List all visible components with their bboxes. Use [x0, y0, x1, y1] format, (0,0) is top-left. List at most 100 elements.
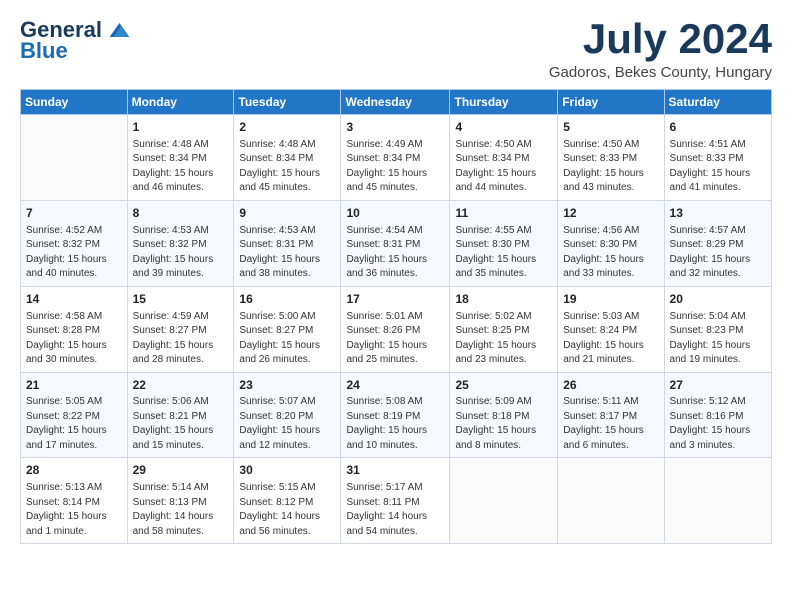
day-number: 22 — [133, 377, 229, 394]
day-number: 2 — [239, 119, 335, 136]
day-info: Sunrise: 5:13 AMSunset: 8:14 PMDaylight:… — [26, 481, 122, 539]
month-title: July 2024 — [549, 16, 772, 62]
day-number: 10 — [346, 205, 444, 222]
day-info: Sunrise: 4:58 AMSunset: 8:28 PMDaylight:… — [26, 310, 122, 368]
calendar-cell: 25Sunrise: 5:09 AMSunset: 8:18 PMDayligh… — [450, 372, 558, 458]
weekday-header-saturday: Saturday — [664, 90, 771, 115]
day-number: 9 — [239, 205, 335, 222]
day-number: 17 — [346, 291, 444, 308]
calendar-cell: 11 Sunrise: 4:55 AMSunset: 8:30 PMDayligh… — [450, 200, 558, 286]
calendar-cell: 18Sunrise: 5:02 AMSunset: 8:25 PMDayligh… — [450, 286, 558, 372]
day-info: Sunrise: 5:09 AMSunset: 8:18 PMDaylight:… — [455, 395, 552, 453]
day-info: Sunrise: 5:15 AMSunset: 8:12 PMDaylight:… — [239, 481, 335, 539]
header: General Blue July 2024 Gadoros, Bekes Co… — [20, 16, 772, 81]
day-info: Sunrise: 4:52 AMSunset: 8:32 PMDaylight:… — [26, 224, 122, 282]
logo: General Blue — [20, 16, 132, 64]
day-number: 15 — [133, 291, 229, 308]
calendar-cell: 23Sunrise: 5:07 AMSunset: 8:20 PMDayligh… — [234, 372, 341, 458]
calendar-week-row-1: 1 Sunrise: 4:48 AMSunset: 8:34 PMDaylight… — [21, 115, 772, 201]
day-info: Sunrise: 4:56 AMSunset: 8:30 PMDaylight:… — [563, 224, 658, 282]
weekday-header-thursday: Thursday — [450, 90, 558, 115]
calendar-cell: 17 Sunrise: 5:01 AMSunset: 8:26 PMDayligh… — [341, 286, 450, 372]
day-number: 5 — [563, 119, 658, 136]
calendar-cell: 19 Sunrise: 5:03 AMSunset: 8:24 PMDayligh… — [558, 286, 664, 372]
day-number: 11 — [455, 205, 552, 222]
weekday-header-row: SundayMondayTuesdayWednesdayThursdayFrid… — [21, 90, 772, 115]
day-number: 19 — [563, 291, 658, 308]
day-info: Sunrise: 4:48 AMSunset: 8:34 PMDaylight:… — [239, 138, 335, 196]
day-number: 31 — [346, 462, 444, 479]
calendar-cell: 21Sunrise: 5:05 AMSunset: 8:22 PMDayligh… — [21, 372, 128, 458]
calendar-cell — [21, 115, 128, 201]
calendar-cell: 1 Sunrise: 4:48 AMSunset: 8:34 PMDaylight… — [127, 115, 234, 201]
calendar-cell — [664, 458, 771, 544]
calendar-cell: 26Sunrise: 5:11 AMSunset: 8:17 PMDayligh… — [558, 372, 664, 458]
calendar-week-row-3: 14Sunrise: 4:58 AMSunset: 8:28 PMDayligh… — [21, 286, 772, 372]
day-info: Sunrise: 5:14 AMSunset: 8:13 PMDaylight:… — [133, 481, 229, 539]
calendar-cell: 8 Sunrise: 4:53 AMSunset: 8:32 PMDaylight… — [127, 200, 234, 286]
calendar-cell: 4 Sunrise: 4:50 AMSunset: 8:34 PMDaylight… — [450, 115, 558, 201]
day-info: Sunrise: 4:57 AMSunset: 8:29 PMDaylight:… — [670, 224, 766, 282]
day-info: Sunrise: 5:00 AMSunset: 8:27 PMDaylight:… — [239, 310, 335, 368]
day-number: 3 — [346, 119, 444, 136]
calendar-cell: 3 Sunrise: 4:49 AMSunset: 8:34 PMDaylight… — [341, 115, 450, 201]
day-number: 21 — [26, 377, 122, 394]
calendar-cell: 7 Sunrise: 4:52 AMSunset: 8:32 PMDaylight… — [21, 200, 128, 286]
calendar-cell: 30 Sunrise: 5:15 AMSunset: 8:12 PMDayligh… — [234, 458, 341, 544]
calendar-week-row-2: 7 Sunrise: 4:52 AMSunset: 8:32 PMDaylight… — [21, 200, 772, 286]
calendar-cell: 22Sunrise: 5:06 AMSunset: 8:21 PMDayligh… — [127, 372, 234, 458]
weekday-header-monday: Monday — [127, 90, 234, 115]
day-number: 7 — [26, 205, 122, 222]
day-info: Sunrise: 4:50 AMSunset: 8:34 PMDaylight:… — [455, 138, 552, 196]
day-number: 4 — [455, 119, 552, 136]
day-info: Sunrise: 5:04 AMSunset: 8:23 PMDaylight:… — [670, 310, 766, 368]
weekday-header-sunday: Sunday — [21, 90, 128, 115]
weekday-header-friday: Friday — [558, 90, 664, 115]
day-number: 26 — [563, 377, 658, 394]
day-number: 8 — [133, 205, 229, 222]
day-info: Sunrise: 4:55 AMSunset: 8:30 PMDaylight:… — [455, 224, 552, 282]
calendar-week-row-4: 21Sunrise: 5:05 AMSunset: 8:22 PMDayligh… — [21, 372, 772, 458]
calendar-cell — [450, 458, 558, 544]
calendar-cell — [558, 458, 664, 544]
calendar-cell: 27Sunrise: 5:12 AMSunset: 8:16 PMDayligh… — [664, 372, 771, 458]
calendar-cell: 14Sunrise: 4:58 AMSunset: 8:28 PMDayligh… — [21, 286, 128, 372]
calendar-table: SundayMondayTuesdayWednesdayThursdayFrid… — [20, 89, 772, 544]
day-info: Sunrise: 5:07 AMSunset: 8:20 PMDaylight:… — [239, 395, 335, 453]
day-number: 6 — [670, 119, 766, 136]
day-number: 20 — [670, 291, 766, 308]
calendar-cell: 20 Sunrise: 5:04 AMSunset: 8:23 PMDayligh… — [664, 286, 771, 372]
day-number: 29 — [133, 462, 229, 479]
calendar-cell: 10Sunrise: 4:54 AMSunset: 8:31 PMDayligh… — [341, 200, 450, 286]
title-block: July 2024 Gadoros, Bekes County, Hungary — [549, 16, 772, 81]
calendar-cell: 5 Sunrise: 4:50 AMSunset: 8:33 PMDaylight… — [558, 115, 664, 201]
calendar-cell: 6 Sunrise: 4:51 AMSunset: 8:33 PMDaylight… — [664, 115, 771, 201]
calendar-cell: 24Sunrise: 5:08 AMSunset: 8:19 PMDayligh… — [341, 372, 450, 458]
day-info: Sunrise: 4:48 AMSunset: 8:34 PMDaylight:… — [133, 138, 229, 196]
calendar-cell: 9 Sunrise: 4:53 AMSunset: 8:31 PMDaylight… — [234, 200, 341, 286]
day-number: 27 — [670, 377, 766, 394]
page: General Blue July 2024 Gadoros, Bekes Co… — [0, 0, 792, 554]
day-number: 18 — [455, 291, 552, 308]
day-number: 23 — [239, 377, 335, 394]
day-info: Sunrise: 4:53 AMSunset: 8:32 PMDaylight:… — [133, 224, 229, 282]
day-info: Sunrise: 4:51 AMSunset: 8:33 PMDaylight:… — [670, 138, 766, 196]
day-info: Sunrise: 4:53 AMSunset: 8:31 PMDaylight:… — [239, 224, 335, 282]
calendar-cell: 15 Sunrise: 4:59 AMSunset: 8:27 PMDayligh… — [127, 286, 234, 372]
calendar-cell: 29 Sunrise: 5:14 AMSunset: 8:13 PMDayligh… — [127, 458, 234, 544]
calendar-week-row-5: 28 Sunrise: 5:13 AMSunset: 8:14 PMDayligh… — [21, 458, 772, 544]
day-info: Sunrise: 5:01 AMSunset: 8:26 PMDaylight:… — [346, 310, 444, 368]
day-number: 24 — [346, 377, 444, 394]
day-info: Sunrise: 4:49 AMSunset: 8:34 PMDaylight:… — [346, 138, 444, 196]
day-number: 28 — [26, 462, 122, 479]
day-number: 1 — [133, 119, 229, 136]
calendar-cell: 2 Sunrise: 4:48 AMSunset: 8:34 PMDaylight… — [234, 115, 341, 201]
weekday-header-wednesday: Wednesday — [341, 90, 450, 115]
day-info: Sunrise: 4:59 AMSunset: 8:27 PMDaylight:… — [133, 310, 229, 368]
day-info: Sunrise: 5:03 AMSunset: 8:24 PMDaylight:… — [563, 310, 658, 368]
logo-icon — [104, 16, 132, 44]
calendar-cell: 13Sunrise: 4:57 AMSunset: 8:29 PMDayligh… — [664, 200, 771, 286]
day-number: 30 — [239, 462, 335, 479]
calendar-cell: 16Sunrise: 5:00 AMSunset: 8:27 PMDayligh… — [234, 286, 341, 372]
day-info: Sunrise: 4:50 AMSunset: 8:33 PMDaylight:… — [563, 138, 658, 196]
